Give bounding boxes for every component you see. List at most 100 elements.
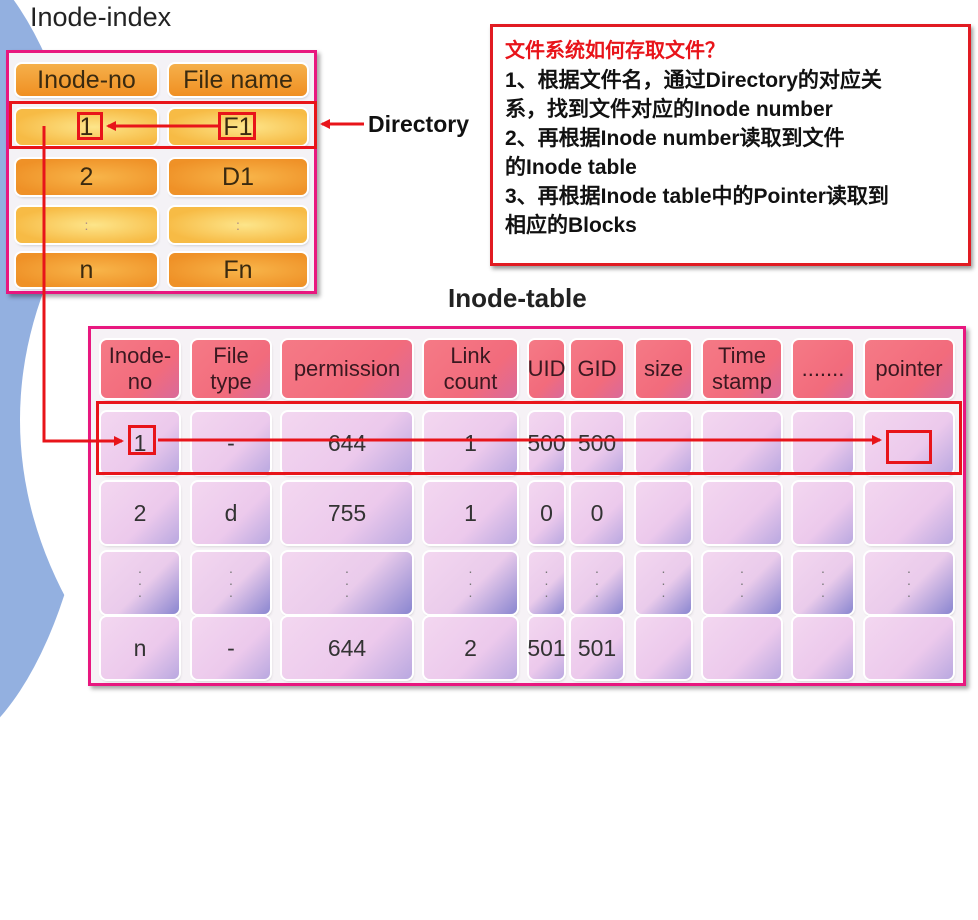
table-cell: · · ·	[571, 552, 623, 614]
table-header-permission: permission	[282, 340, 412, 398]
header-text-wrap: UID	[528, 356, 566, 382]
dots: · · ·	[228, 563, 234, 603]
index-cell: 2	[16, 159, 157, 195]
inode-index-table: Inode-no File name 1 F1 2 D1 : : n Fn	[6, 50, 317, 294]
directory-row-highlight	[9, 101, 317, 149]
file-name-highlight	[218, 112, 256, 140]
table-header-size: size	[636, 340, 691, 398]
table-cell: 0	[529, 482, 564, 544]
table-cell	[636, 482, 691, 544]
header-text: .......	[801, 356, 845, 381]
inode-table-title: Inode-table	[448, 283, 587, 313]
header-text: permission	[293, 356, 401, 381]
table-cell: d	[192, 482, 270, 544]
header-text: Time	[717, 343, 767, 368]
dots: · · ·	[594, 563, 600, 603]
table-header-file-type: File type	[192, 340, 270, 398]
header-text-wrap: pointer	[875, 356, 942, 382]
table-header-gid: GID	[571, 340, 623, 398]
table-header-time-stamp: Time stamp	[703, 340, 781, 398]
header-text: pointer	[875, 356, 943, 381]
table-cell: 2	[424, 617, 517, 679]
table-cell: 0	[571, 482, 623, 544]
table-cell: 755	[282, 482, 412, 544]
note-line: 的Inode table	[505, 156, 637, 179]
inode-no-highlight	[77, 112, 103, 140]
table-cell	[793, 617, 853, 679]
table-cell: 501	[527, 617, 566, 679]
header-text-wrap: Inode-no	[109, 343, 171, 395]
table-cell: -	[192, 617, 270, 679]
header-text: type	[210, 369, 252, 394]
note-line: 1、根据文件名，通过Directory的对应关	[505, 69, 882, 92]
header-text: Inode-	[108, 343, 172, 368]
inode-index-title: Inode-index	[30, 2, 172, 32]
note-title: 文件系统如何存取文件？	[505, 40, 725, 62]
header-text: Link	[450, 343, 491, 368]
pointer-highlight	[886, 430, 932, 464]
table-header-inode-no: Inode-no	[101, 340, 179, 398]
header-text-wrap: File type	[210, 343, 252, 395]
index-header-file-name: File name	[169, 64, 307, 96]
header-text: stamp	[712, 369, 772, 394]
header-text: UID	[527, 356, 566, 381]
table-cell: · · ·	[865, 552, 953, 614]
directory-label: Directory	[368, 111, 469, 137]
dots: · · ·	[906, 563, 912, 603]
index-cell: D1	[169, 159, 307, 195]
table-cell: · · ·	[636, 552, 691, 614]
table-cell: · · ·	[192, 552, 270, 614]
header-text-wrap: permission	[294, 356, 400, 382]
note-line: 系，找到文件对应的Inode number	[505, 98, 833, 121]
table-cell: · · ·	[282, 552, 412, 614]
table-cell: 644	[282, 617, 412, 679]
header-text: File	[213, 343, 249, 368]
table-cell: · · ·	[793, 552, 853, 614]
explanation-note: 文件系统如何存取文件？ 1、根据文件名，通过Directory的对应关 系，找到…	[490, 24, 971, 266]
table-cell: 2	[101, 482, 179, 544]
table-cell: 501	[571, 617, 623, 679]
table-header-ellipsis: .......	[793, 340, 853, 398]
index-cell: :	[16, 207, 157, 243]
index-cell: :	[169, 207, 307, 243]
table-header-pointer: pointer	[865, 340, 953, 398]
inode-row-highlight	[96, 401, 962, 475]
dots: · · ·	[820, 563, 826, 603]
header-text: no	[127, 369, 153, 394]
dots: · · ·	[739, 563, 745, 603]
dots: · · ·	[661, 563, 666, 603]
header-text-wrap: size	[644, 356, 683, 382]
dots: · · ·	[137, 563, 143, 603]
inode-table: Inode-no File type permission Link count UID GI…	[88, 326, 966, 686]
table-cell	[793, 482, 853, 544]
index-cell: n	[16, 253, 157, 287]
table-cell: · · ·	[529, 552, 564, 614]
table-cell: · · ·	[101, 552, 179, 614]
table-cell	[865, 482, 953, 544]
table-cell	[703, 617, 781, 679]
table-cell: n	[101, 617, 179, 679]
dots: · · ·	[344, 563, 350, 603]
dots: · · ·	[468, 563, 473, 603]
index-header-inode-no: Inode-no	[16, 64, 157, 96]
table-cell	[703, 482, 781, 544]
header-text-wrap: Time stamp	[712, 343, 772, 395]
header-text-wrap: GID	[577, 356, 616, 382]
header-text: count	[443, 369, 498, 394]
header-text-wrap: .......	[802, 356, 845, 382]
note-line: 2、再根据Inode number读取到文件	[505, 127, 845, 150]
table-cell: · · ·	[703, 552, 781, 614]
table-cell	[865, 617, 953, 679]
header-text: GID	[577, 356, 617, 381]
table-header-uid: UID	[528, 340, 566, 398]
index-cell: Fn	[169, 253, 307, 287]
header-text: size	[643, 356, 684, 381]
table-cell: · · ·	[424, 552, 517, 614]
table-header-link-count: Link count	[424, 340, 517, 398]
dots: · · ·	[544, 563, 549, 603]
note-line: 相应的Blocks	[505, 214, 637, 237]
inode-number-highlight	[128, 425, 156, 455]
table-cell	[636, 617, 691, 679]
note-line: 3、再根据Inode table中的Pointer读取到	[505, 185, 889, 208]
table-cell: 1	[424, 482, 517, 544]
